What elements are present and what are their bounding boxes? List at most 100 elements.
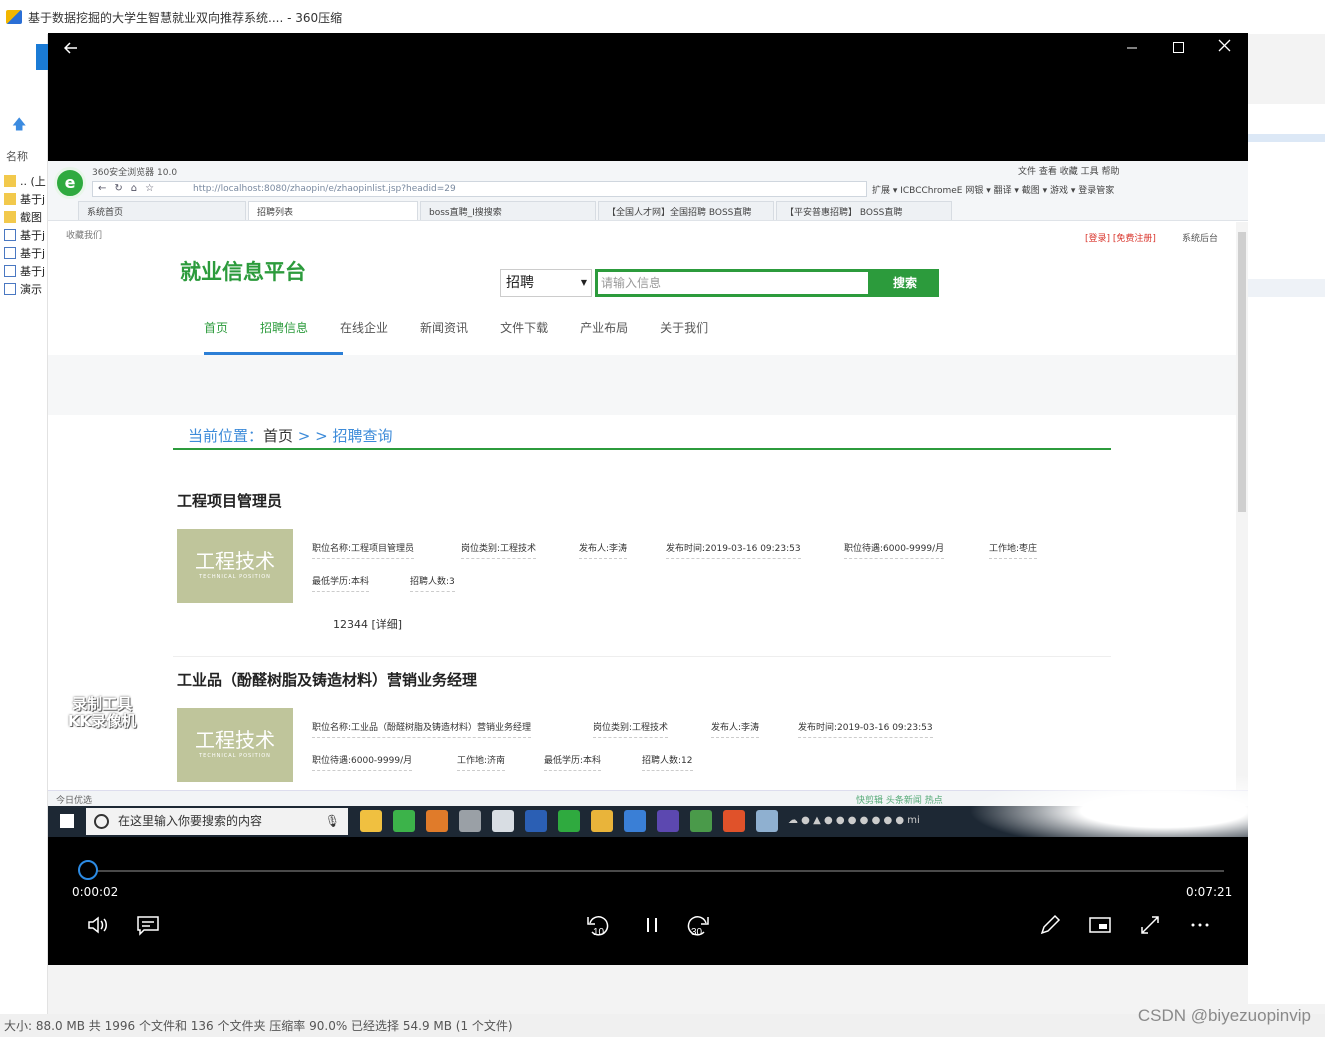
- job-field: 职位待遇:6000-9999/月: [312, 753, 413, 771]
- nav-about[interactable]: 关于我们: [660, 319, 708, 336]
- breadcrumb-prefix: 当前位置：: [188, 427, 264, 445]
- file-row[interactable]: 演示: [4, 280, 46, 298]
- search-button[interactable]: 搜索: [871, 269, 939, 297]
- taskbar-search-placeholder: 在这里输入你要搜索的内容: [118, 814, 263, 828]
- word-icon[interactable]: [525, 810, 547, 832]
- wechat-icon[interactable]: [393, 810, 415, 832]
- app-icon[interactable]: [591, 810, 613, 832]
- thumbnail-subtext: TECHNICAL POSITION: [199, 574, 271, 580]
- close-button[interactable]: [1218, 39, 1231, 55]
- register-link[interactable]: [免费注册]: [1113, 234, 1156, 244]
- breadcrumb-home[interactable]: 首页: [263, 427, 293, 445]
- progress-knob[interactable]: [78, 860, 98, 880]
- file-row[interactable]: 基于j: [4, 262, 46, 280]
- maximize-button[interactable]: [1173, 42, 1184, 53]
- chevron-down-icon: ▼: [580, 278, 587, 287]
- job-field: 发布人:李涛: [711, 720, 760, 738]
- progress-bar[interactable]: [88, 870, 1224, 872]
- fullscreen-icon[interactable]: [1138, 913, 1162, 937]
- tab-boss-national[interactable]: 【全国人才网】全国招聘 BOSS直聘: [598, 201, 774, 220]
- file-row[interactable]: 基于j: [4, 190, 46, 208]
- recorder-icon[interactable]: [723, 810, 745, 832]
- nav-home[interactable]: 首页: [204, 319, 228, 336]
- job-field: 最低学历:本科: [544, 753, 602, 771]
- volume-icon[interactable]: [86, 913, 110, 937]
- system-tray[interactable]: ☁ ● ▲ ● ● ● ● ● ● ● mi: [788, 815, 920, 826]
- video-frame[interactable]: e 360安全浏览器 10.0 文件 查看 收藏 工具 帮助 http://lo…: [48, 161, 1248, 837]
- editor-icon[interactable]: [690, 810, 712, 832]
- pencil-icon[interactable]: [1038, 913, 1062, 937]
- visual-studio-icon[interactable]: [657, 810, 679, 832]
- file-row[interactable]: .. (上: [4, 172, 46, 190]
- login-link[interactable]: [登录]: [1085, 234, 1110, 244]
- status-right[interactable]: 快剪辑 头条新闻 热点: [856, 793, 943, 806]
- file-explorer-icon[interactable]: [360, 810, 382, 832]
- cortana-icon: [94, 814, 109, 829]
- job-thumbnail[interactable]: 工程技术 TECHNICAL POSITION: [177, 708, 293, 782]
- globe-icon[interactable]: [624, 810, 646, 832]
- captions-icon[interactable]: [136, 913, 160, 937]
- status-left[interactable]: 今日优选: [56, 793, 92, 806]
- file-row[interactable]: 基于j: [4, 226, 46, 244]
- back-arrow-icon[interactable]: [63, 41, 78, 58]
- job-field: 发布时间:2019-03-16 09:23:53: [666, 541, 801, 559]
- forward-30-button[interactable]: 30: [685, 913, 711, 939]
- nav-jobs[interactable]: 招聘信息: [260, 319, 308, 336]
- browser-toolbar: e 360安全浏览器 10.0 文件 查看 收藏 工具 帮助 http://lo…: [48, 161, 1248, 221]
- job-detail-link[interactable]: 12344 [详细]: [333, 616, 402, 632]
- thumbnail-subtext: TECHNICAL POSITION: [199, 753, 271, 759]
- minimize-button[interactable]: [1126, 41, 1138, 57]
- pause-button[interactable]: [640, 913, 664, 937]
- tab-boss-pingan[interactable]: 【平安普惠招聘】 BOSS直聘: [776, 201, 952, 220]
- job-title[interactable]: 工业品（酚醛树脂及铸造材料）营销业务经理: [177, 669, 477, 690]
- 360-browser-icon[interactable]: [558, 810, 580, 832]
- address-bar[interactable]: http://localhost:8080/zhaopin/e/zhaopinl…: [92, 181, 867, 197]
- tool-icon[interactable]: [756, 810, 778, 832]
- search-input[interactable]: 请输入信息: [595, 269, 871, 297]
- thumbnail-text: 工程技术: [195, 549, 275, 573]
- job-field: 发布人:李涛: [579, 541, 628, 559]
- background-statusbar: 大小: 88.0 MB 共 1996 个文件和 136 个文件夹 压缩率 90.…: [0, 1014, 1325, 1037]
- job-thumbnail[interactable]: 工程技术 TECHNICAL POSITION: [177, 529, 293, 603]
- recorder-watermark-line: KK录像机: [68, 712, 137, 730]
- job-field: 职位名称:工程项目管理员: [312, 541, 415, 559]
- search-type-value: 招聘: [506, 275, 534, 291]
- tab-job-list[interactable]: 招聘列表: [248, 201, 418, 220]
- browser-app-icon[interactable]: [426, 810, 448, 832]
- admin-link[interactable]: 系统后台: [1182, 231, 1218, 244]
- page-scrollbar[interactable]: [1236, 222, 1248, 790]
- more-options-icon[interactable]: [1188, 913, 1212, 937]
- job-title[interactable]: 工程项目管理员: [177, 490, 282, 511]
- windows-start-icon[interactable]: [60, 814, 74, 828]
- microphone-icon[interactable]: 🎙: [325, 808, 340, 835]
- banner-band: [48, 355, 1248, 415]
- taskbar-search[interactable]: 在这里输入你要搜索的内容 🎙: [86, 808, 348, 835]
- tab-boss-search[interactable]: boss直聘_Ⅰ搜搜索: [420, 201, 596, 220]
- login-links: [登录] [免费注册]: [1085, 231, 1156, 244]
- scrollbar-thumb[interactable]: [1238, 232, 1246, 512]
- job-field: 发布时间:2019-03-16 09:23:53: [798, 720, 933, 738]
- mini-view-icon[interactable]: [1088, 913, 1112, 937]
- browser-extensions[interactable]: 扩展 ▾ ICBCChromeE 网银 ▾ 翻译 ▾ 截图 ▾ 游戏 ▾ 登录管…: [872, 183, 1114, 196]
- up-arrow-icon[interactable]: 🡅: [12, 114, 26, 138]
- browser-nav-buttons[interactable]: ←↻⌂☆: [98, 183, 162, 194]
- search-type-select[interactable]: 招聘 ▼: [500, 269, 592, 297]
- nav-companies[interactable]: 在线企业: [340, 319, 388, 336]
- nav-news[interactable]: 新闻资讯: [420, 319, 468, 336]
- job-divider: [173, 656, 1111, 657]
- browser-menu[interactable]: 文件 查看 收藏 工具 帮助: [1018, 164, 1119, 177]
- site-nav: 首页 招聘信息 在线企业 新闻资讯 文件下载 产业布局 关于我们: [204, 319, 740, 336]
- settings-icon[interactable]: [459, 810, 481, 832]
- file-row[interactable]: 基于j: [4, 244, 46, 262]
- csdn-watermark: CSDN @biyezuopinvip: [1137, 1006, 1311, 1025]
- favorite-link[interactable]: 收藏我们: [66, 228, 102, 241]
- notepad-icon[interactable]: [492, 810, 514, 832]
- nav-industry[interactable]: 产业布局: [580, 319, 628, 336]
- rewind-10-button[interactable]: 10: [585, 913, 611, 939]
- browser-tabs: 系统首页 招聘列表 boss直聘_Ⅰ搜搜索 【全国人才网】全国招聘 BOSS直聘…: [48, 201, 1248, 221]
- document-icon: [4, 283, 16, 295]
- nav-downloads[interactable]: 文件下载: [500, 319, 548, 336]
- tab-system-home[interactable]: 系统首页: [78, 201, 246, 220]
- file-row[interactable]: 截图: [4, 208, 46, 226]
- column-header-name[interactable]: 名称: [6, 148, 28, 164]
